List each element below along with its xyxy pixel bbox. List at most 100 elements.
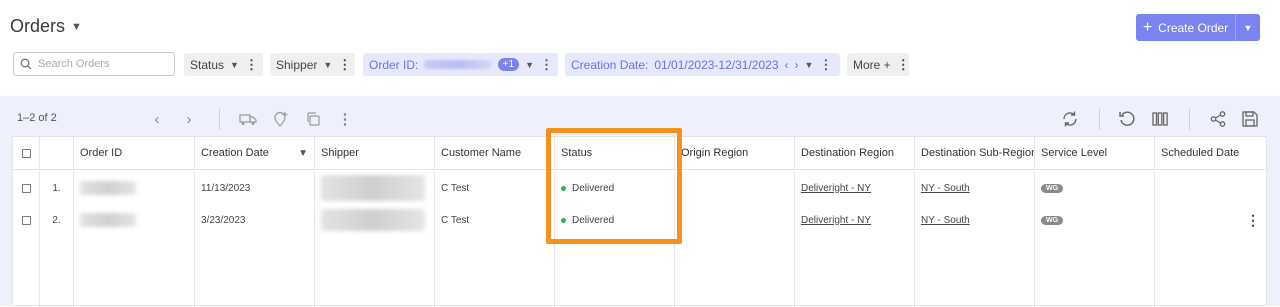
origin-region-cell	[675, 204, 795, 236]
chevron-down-icon[interactable]: ▼	[525, 60, 534, 70]
destination-region-link[interactable]: Deliveright - NY	[801, 215, 871, 226]
column-header-origin-region[interactable]: Origin Region	[675, 137, 795, 169]
empty-cell	[1035, 236, 1155, 307]
column-header-scheduled-date[interactable]: Scheduled Date	[1155, 137, 1268, 169]
empty-cell	[435, 236, 555, 307]
divider	[1189, 108, 1190, 130]
plus-icon: +	[1142, 18, 1153, 36]
filter-more[interactable]: More + ⋮	[847, 53, 910, 76]
row-number: 2.	[40, 204, 74, 236]
row-more-vert-icon[interactable]: ⋮	[1246, 212, 1260, 229]
columns-icon[interactable]	[1149, 108, 1171, 130]
destination-sub-region-link[interactable]: NY - South	[921, 183, 970, 194]
select-all-cell	[13, 137, 40, 169]
chevron-down-icon[interactable]: ▼	[71, 21, 82, 33]
empty-cell	[915, 236, 1035, 307]
row-checkbox[interactable]	[21, 215, 31, 225]
create-order-button[interactable]: + Create Order ▼	[1136, 14, 1260, 41]
more-vert-icon[interactable]: ⋮	[334, 108, 356, 130]
destination-region-cell: Deliveright - NY	[795, 172, 915, 204]
sync-icon[interactable]	[1059, 108, 1081, 130]
shipper-cell	[315, 172, 435, 204]
column-header-shipper[interactable]: Shipper	[315, 137, 435, 169]
search-input[interactable]	[38, 58, 158, 70]
column-header-creation-date[interactable]: Creation Date ▼	[195, 137, 315, 169]
redacted-order-id	[80, 181, 136, 195]
service-level-cell: WG	[1035, 172, 1155, 204]
column-header-service-level[interactable]: Service Level	[1035, 137, 1155, 169]
service-level-badge: WG	[1041, 215, 1064, 225]
destination-sub-region-link[interactable]: NY - South	[921, 215, 970, 226]
column-header-order-id[interactable]: Order ID	[74, 137, 195, 169]
create-order-main[interactable]: + Create Order	[1136, 14, 1236, 41]
origin-region-cell	[675, 172, 795, 204]
row-number-header	[40, 137, 74, 169]
create-order-dropdown[interactable]: ▼	[1236, 14, 1260, 41]
chevron-left-icon[interactable]: ‹	[785, 58, 789, 72]
scheduled-date-cell	[1155, 172, 1268, 204]
row-count: 1–2 of 2	[17, 112, 57, 124]
row-checkbox[interactable]	[21, 183, 31, 193]
chevron-right-icon[interactable]: ›	[795, 58, 799, 72]
service-level-cell: WG	[1035, 204, 1155, 236]
divider	[219, 108, 220, 130]
empty-cell	[13, 236, 40, 307]
column-header-destination-region[interactable]: Destination Region	[795, 137, 915, 169]
filter-order-id[interactable]: Order ID: +1 ▼ ⋮	[363, 53, 558, 76]
empty-cell	[195, 236, 315, 307]
search-icon	[20, 58, 32, 70]
reset-icon[interactable]	[1116, 108, 1138, 130]
filter-order-id-label: Order ID:	[369, 57, 419, 72]
filter-shipper[interactable]: Shipper ▼ ⋮	[270, 53, 355, 76]
destination-sub-region-cell: NY - South	[915, 204, 1035, 236]
order-id-cell[interactable]	[74, 172, 195, 204]
filter-creation-date[interactable]: Creation Date: 01/01/2023-12/31/2023 ‹ ›…	[565, 53, 840, 76]
select-all-checkbox[interactable]	[21, 148, 31, 158]
filter-status-label: Status	[190, 57, 225, 72]
share-icon[interactable]	[1207, 108, 1229, 130]
truck-icon[interactable]	[237, 108, 259, 130]
page-title[interactable]: Orders ▼	[10, 16, 82, 37]
destination-region-link[interactable]: Deliveright - NY	[801, 183, 871, 194]
more-vert-icon[interactable]: ⋮	[819, 57, 832, 73]
chevron-down-icon[interactable]: ▼	[230, 60, 239, 70]
redacted-shipper	[321, 209, 425, 231]
redacted-shipper	[321, 175, 425, 201]
creation-date-cell: 11/13/2023	[195, 172, 315, 204]
chevron-left-icon[interactable]: ‹	[146, 108, 168, 130]
empty-cell	[1155, 236, 1268, 307]
more-vert-icon[interactable]: ⋮	[897, 57, 910, 73]
save-icon[interactable]	[1239, 108, 1261, 130]
more-vert-icon[interactable]: ⋮	[338, 57, 351, 73]
add-location-icon[interactable]	[270, 108, 292, 130]
top-bar: Orders ▼ + Create Order ▼ Status ▼ ⋮ Shi…	[0, 0, 1280, 96]
empty-cell	[555, 236, 675, 307]
column-header-destination-sub-region[interactable]: Destination Sub-Region	[915, 137, 1035, 169]
more-vert-icon[interactable]: ⋮	[540, 57, 553, 73]
column-header-customer-name[interactable]: Customer Name	[435, 137, 555, 169]
empty-cell	[40, 236, 74, 307]
chevron-down-icon: ▼	[1243, 22, 1253, 33]
chevron-down-icon[interactable]: ▼	[805, 60, 814, 70]
empty-cell	[675, 236, 795, 307]
chevron-down-icon[interactable]: ▼	[323, 60, 332, 70]
chevron-right-icon[interactable]: ›	[178, 108, 200, 130]
row-number: 1.	[40, 172, 74, 204]
filter-shipper-label: Shipper	[276, 57, 318, 72]
destination-region-cell: Deliveright - NY	[795, 204, 915, 236]
creation-date-cell: 3/23/2023	[195, 204, 315, 236]
page-title-text: Orders	[10, 16, 66, 36]
customer-name-cell: C Test	[435, 204, 555, 236]
sort-descending-icon[interactable]: ▼	[298, 148, 308, 159]
order-id-cell[interactable]	[74, 204, 195, 236]
empty-cell	[74, 236, 195, 307]
status-column-highlight	[546, 128, 682, 244]
redacted-order-id	[424, 60, 492, 69]
order-id-count-badge: +1	[497, 58, 520, 71]
search-box[interactable]	[13, 52, 175, 76]
filter-more-label: More +	[853, 57, 891, 72]
copy-icon[interactable]	[302, 108, 324, 130]
more-vert-icon[interactable]: ⋮	[245, 57, 258, 73]
filter-status[interactable]: Status ▼ ⋮	[184, 53, 263, 76]
filter-creation-date-value: 01/01/2023-12/31/2023	[654, 57, 779, 72]
